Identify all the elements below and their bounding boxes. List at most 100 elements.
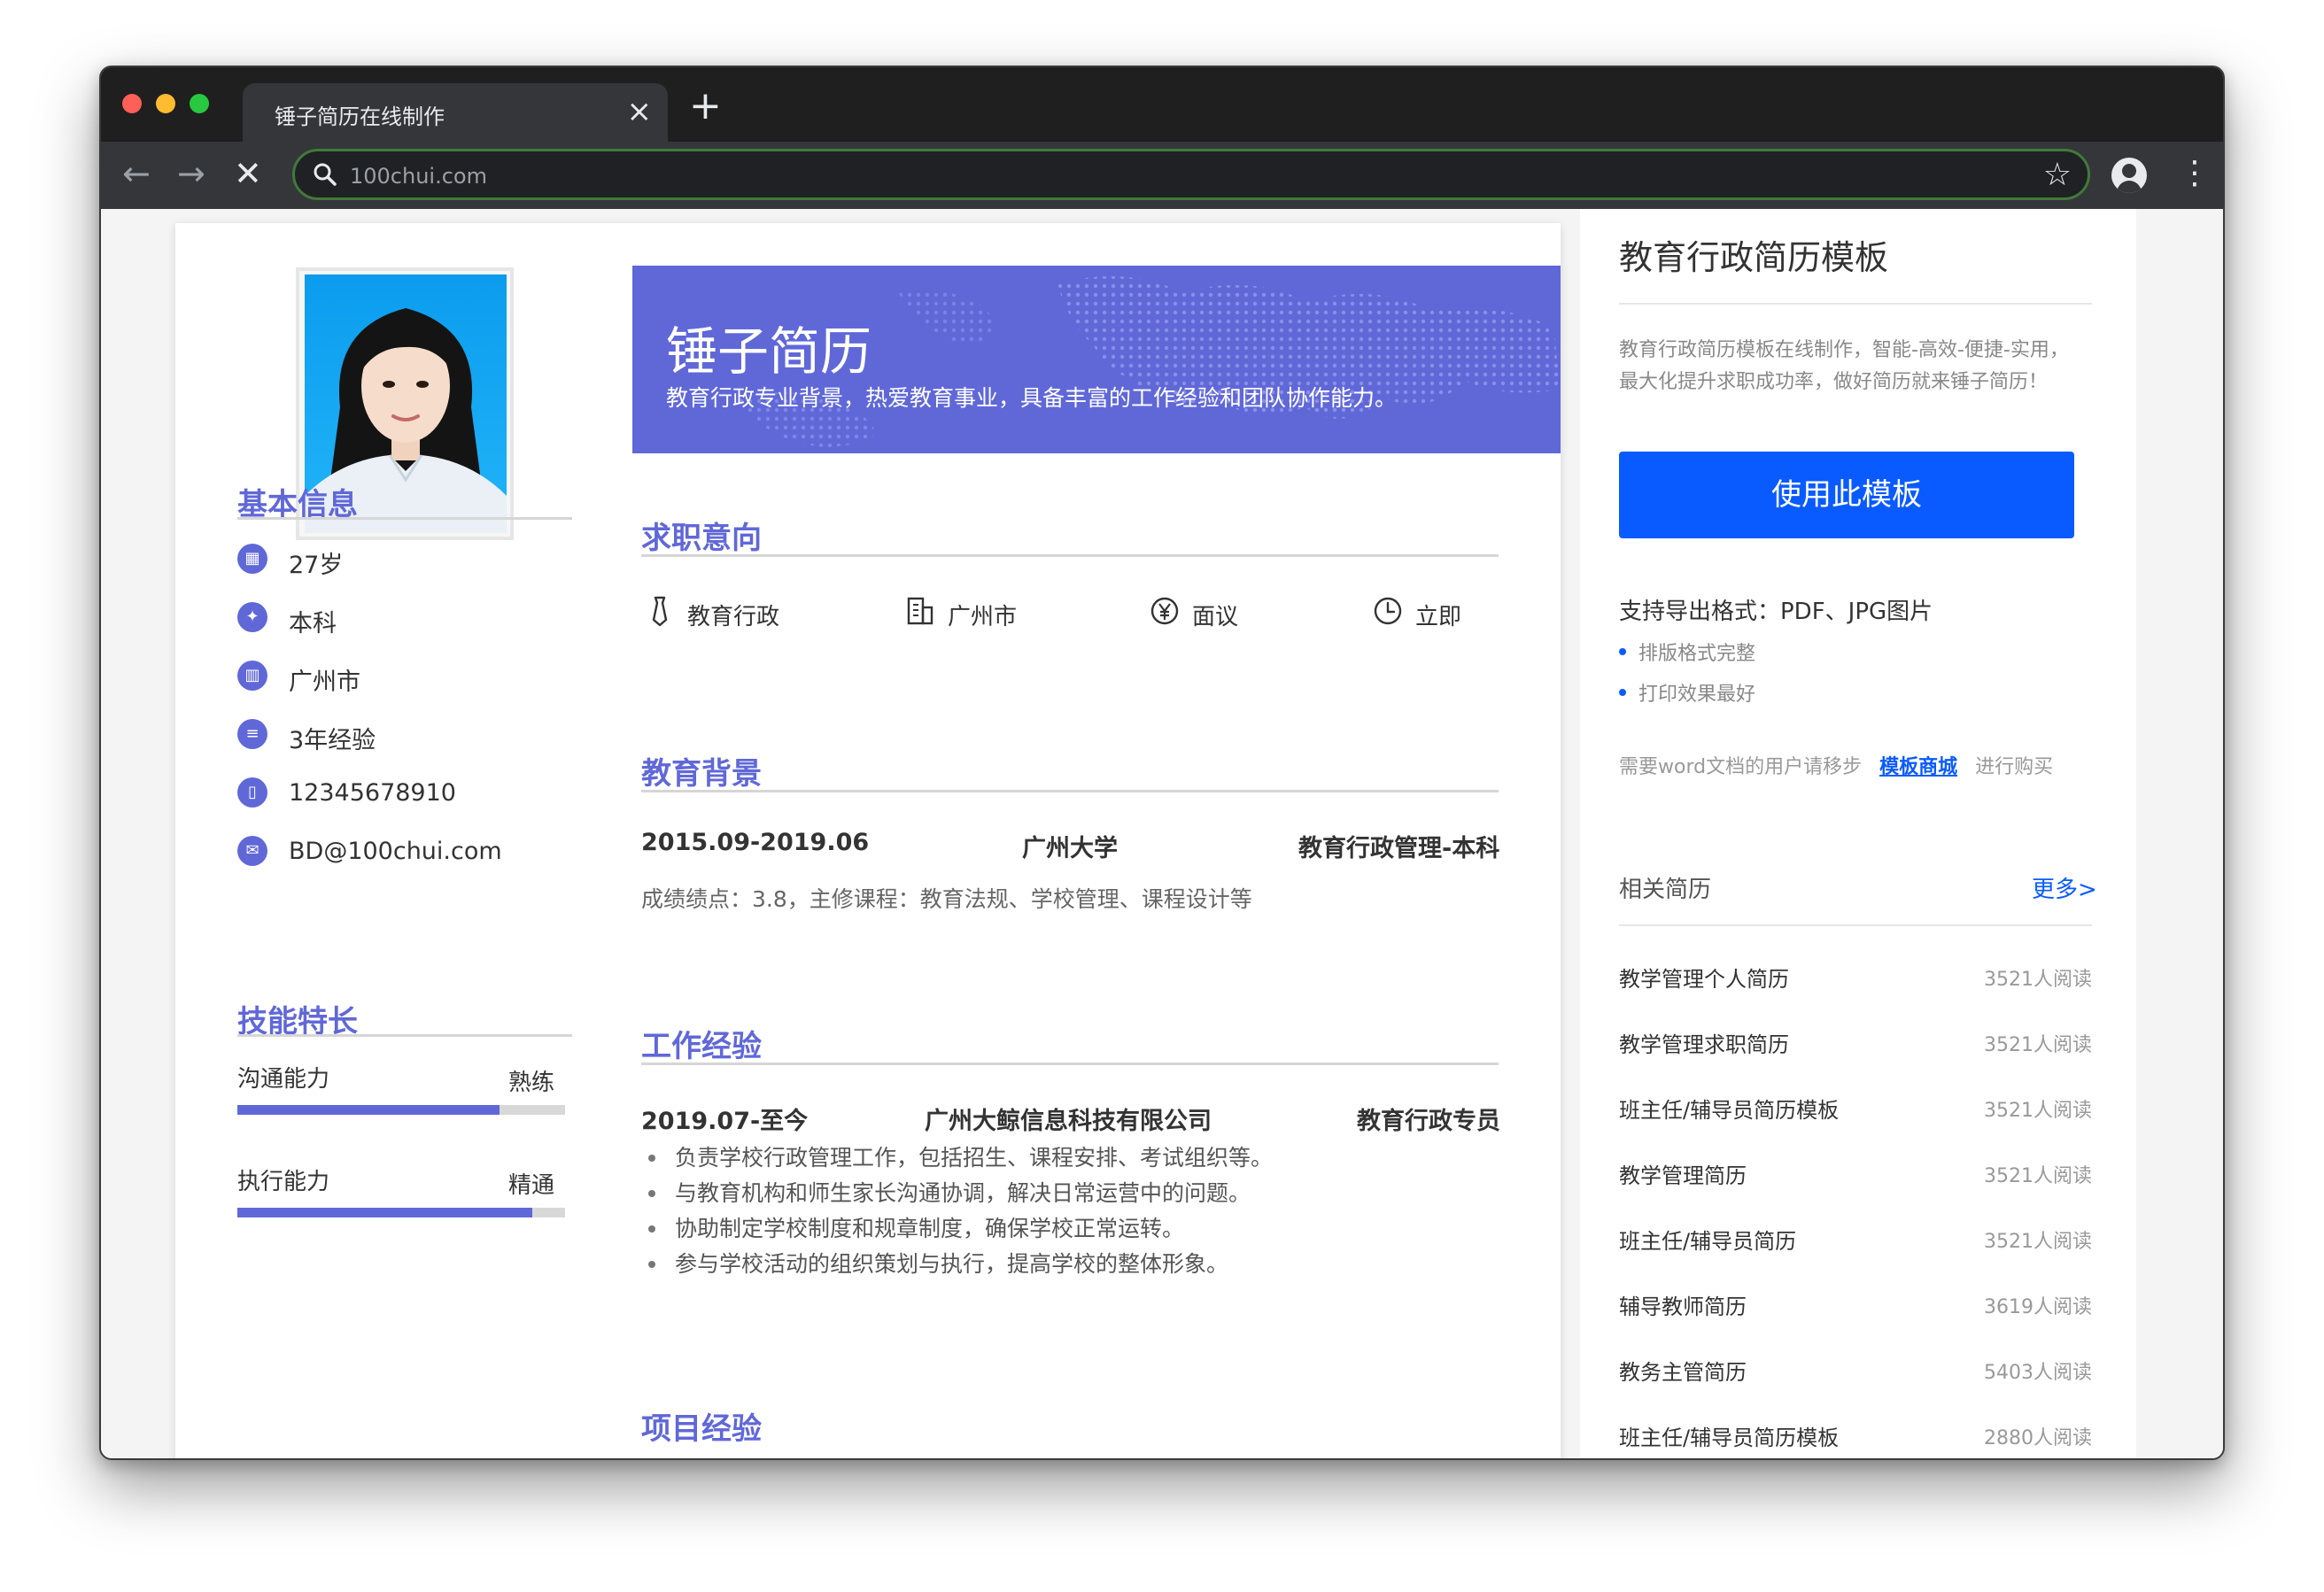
related-resume-item[interactable]: 教务主管简历 5403人阅读 bbox=[1619, 1351, 2092, 1387]
url-text[interactable]: 100chui.com bbox=[350, 164, 487, 189]
skill-bar-fill bbox=[237, 1208, 532, 1217]
browser-chrome: 锤子简历在线制作 × + ← → ✕ 100chui.com ☆ ⋮ bbox=[101, 67, 2223, 209]
education-school: 广州大学 bbox=[1022, 835, 1118, 862]
read-count: 2880人阅读 bbox=[1984, 1427, 2092, 1449]
related-resumes-title: 相关简历 bbox=[1619, 877, 1712, 903]
resume-preview: 基本信息 ▦ 27岁 ✦ 本科 ▥ 广州市 ≡ 3年经验 ▯ 123456789… bbox=[175, 223, 1561, 1458]
browser-toolbar: ← → ✕ 100chui.com ☆ ⋮ bbox=[101, 142, 2223, 209]
page-viewport: 基本信息 ▦ 27岁 ✦ 本科 ▥ 广州市 ≡ 3年经验 ▯ 123456789… bbox=[101, 209, 2223, 1458]
divider bbox=[641, 790, 1499, 792]
tie-icon bbox=[652, 596, 668, 627]
graduation-icon: ✦ bbox=[237, 602, 267, 632]
address-bar[interactable]: 100chui.com ☆ bbox=[292, 149, 2090, 200]
work-company: 广州大鲸信息科技有限公司 bbox=[925, 1108, 1212, 1135]
related-resume-title[interactable]: 辅导教师简历 bbox=[1619, 1289, 1747, 1320]
related-resume-item[interactable]: 教学管理简历 3521人阅读 bbox=[1619, 1155, 2092, 1190]
resume-name: 锤子简历 bbox=[666, 321, 872, 382]
skill-bar bbox=[237, 1105, 565, 1115]
minimize-window-button[interactable] bbox=[156, 94, 175, 113]
related-resume-title[interactable]: 教学管理求职简历 bbox=[1619, 1027, 1789, 1058]
related-resume-title[interactable]: 教学管理简历 bbox=[1619, 1158, 1747, 1189]
bullet-icon bbox=[1619, 689, 1626, 696]
related-resume-title[interactable]: 班主任/辅导员简历 bbox=[1619, 1224, 1796, 1255]
read-count: 5403人阅读 bbox=[1984, 1362, 2092, 1384]
tab-close-icon[interactable]: × bbox=[627, 94, 653, 129]
work-period: 2019.07-至今 bbox=[641, 1108, 809, 1135]
info-email-text: BD@100chui.com bbox=[289, 838, 502, 865]
back-arrow-icon[interactable]: ← bbox=[122, 154, 151, 193]
info-age-text: 27岁 bbox=[289, 552, 344, 579]
close-window-button[interactable] bbox=[122, 94, 142, 113]
office-icon bbox=[907, 597, 933, 625]
divider bbox=[641, 1063, 1499, 1065]
template-store-link[interactable]: 模板商城 bbox=[1879, 756, 1957, 778]
account-avatar-icon[interactable] bbox=[2111, 158, 2147, 193]
list-item: 负责学校行政管理工作，包括招生、课程安排、考试组织等。 bbox=[641, 1140, 1273, 1176]
education-period: 2015.09-2019.06 bbox=[641, 829, 870, 856]
related-resume-item[interactable]: 班主任/辅导员简历 3521人阅读 bbox=[1619, 1220, 2092, 1256]
forward-arrow-icon[interactable]: → bbox=[177, 154, 205, 193]
list-item: 参与学校活动的组织策划与执行，提高学校的整体形象。 bbox=[641, 1247, 1273, 1282]
tab-active[interactable]: 锤子简历在线制作 × bbox=[243, 83, 668, 142]
skill-level: 熟练 bbox=[508, 1070, 555, 1096]
list-item: 与教育机构和师生家长沟通协调，解决日常运营中的问题。 bbox=[641, 1176, 1273, 1211]
read-count: 3521人阅读 bbox=[1984, 969, 2092, 991]
info-city-text: 广州市 bbox=[289, 668, 360, 696]
new-tab-button[interactable]: + bbox=[689, 87, 722, 126]
word-notice: 需要word文档的用户请移步 模板商城 进行购买 bbox=[1619, 751, 2053, 779]
job-intent-title: 求职意向 bbox=[641, 521, 762, 556]
related-resume-item[interactable]: 教学管理个人简历 3521人阅读 bbox=[1619, 958, 2092, 993]
intent-city-text: 广州市 bbox=[948, 604, 1018, 630]
education-detail: 成绩绩点：3.8，主修课程：教育法规、学校管理、课程设计等 bbox=[641, 886, 1252, 912]
mail-icon: ✉ bbox=[237, 836, 267, 866]
browser-window: 锤子简历在线制作 × + ← → ✕ 100chui.com ☆ ⋮ 基本信息 … bbox=[99, 66, 2225, 1460]
tab-title: 锤子简历在线制作 bbox=[275, 104, 445, 129]
intent-start-text: 立即 bbox=[1415, 604, 1462, 630]
resume-tagline: 教育行政专业背景，热爱教育事业，具备丰富的工作经验和团队协作能力。 bbox=[666, 385, 1398, 411]
clipboard-icon: ≡ bbox=[237, 719, 267, 749]
related-resume-title[interactable]: 教学管理个人简历 bbox=[1619, 962, 1789, 993]
divider bbox=[237, 517, 572, 520]
use-template-button[interactable]: 使用此模板 bbox=[1619, 452, 2074, 538]
intent-position-text: 教育行政 bbox=[687, 604, 780, 630]
description-line: 最大化提升求职成功率，做好简历就来锤子简历！ bbox=[1619, 371, 2049, 393]
duty-text: 参与学校活动的组织策划与执行，提高学校的整体形象。 bbox=[675, 1251, 1229, 1277]
template-sidebar: 教育行政简历模板 教育行政简历模板在线制作，智能-高效-便捷-实用， 最大化提升… bbox=[1580, 209, 2136, 1458]
related-resume-item[interactable]: 教学管理求职简历 3521人阅读 bbox=[1619, 1024, 2092, 1059]
duty-text: 协助制定学校制度和规章制度，确保学校正常运转。 bbox=[675, 1216, 1185, 1241]
divider bbox=[641, 554, 1499, 557]
info-experience-text: 3年经验 bbox=[289, 727, 376, 754]
maximize-window-button[interactable] bbox=[190, 94, 209, 113]
stop-loading-icon[interactable]: ✕ bbox=[234, 154, 262, 193]
description-line: 教育行政简历模板在线制作，智能-高效-便捷-实用， bbox=[1619, 339, 2069, 361]
related-resume-item[interactable]: 班主任/辅导员简历模板 3521人阅读 bbox=[1619, 1089, 2092, 1124]
word-notice-prefix: 需要word文档的用户请移步 bbox=[1619, 756, 1863, 778]
skill-name: 沟通能力 bbox=[237, 1066, 330, 1093]
bookmark-star-icon[interactable]: ☆ bbox=[2043, 157, 2072, 194]
read-count: 3521人阅读 bbox=[1984, 1100, 2092, 1122]
more-link[interactable]: 更多> bbox=[2032, 871, 2097, 904]
feature-text: 排版格式完整 bbox=[1638, 643, 1756, 665]
related-resume-item[interactable]: 班主任/辅导员简历模板 2880人阅读 bbox=[1619, 1417, 2092, 1452]
related-resume-title[interactable]: 班主任/辅导员简历模板 bbox=[1619, 1093, 1839, 1124]
clock-icon bbox=[1374, 597, 1402, 625]
calendar-icon: ▦ bbox=[237, 544, 267, 574]
read-count: 3619人阅读 bbox=[1984, 1296, 2092, 1318]
info-phone-text: 12345678910 bbox=[289, 779, 456, 807]
work-title: 工作经验 bbox=[641, 1029, 762, 1064]
list-item: 协助制定学校制度和规章制度，确保学校正常运转。 bbox=[641, 1211, 1273, 1247]
yen-icon bbox=[1150, 597, 1179, 625]
skill-level: 精通 bbox=[508, 1172, 555, 1199]
bullet-icon bbox=[1619, 648, 1626, 655]
work-duties: 负责学校行政管理工作，包括招生、课程安排、考试组织等。 与教育机构和师生家长沟通… bbox=[641, 1140, 1273, 1282]
intent-salary-text: 面议 bbox=[1192, 604, 1239, 630]
related-resume-title[interactable]: 教务主管简历 bbox=[1619, 1355, 1747, 1386]
related-resume-title[interactable]: 班主任/辅导员简历模板 bbox=[1619, 1420, 1839, 1451]
resume-header-banner: 锤子简历 教育行政专业背景，热爱教育事业，具备丰富的工作经验和团队协作能力。 bbox=[632, 266, 1561, 453]
related-resume-item[interactable]: 辅导教师简历 3619人阅读 bbox=[1619, 1286, 2092, 1321]
read-count: 3521人阅读 bbox=[1984, 1034, 2092, 1056]
browser-menu-icon[interactable]: ⋮ bbox=[2179, 152, 2211, 195]
template-description: 教育行政简历模板在线制作，智能-高效-便捷-实用， 最大化提升求职成功率，做好简… bbox=[1619, 335, 2097, 398]
education-major: 教育行政管理-本科 bbox=[1298, 835, 1500, 862]
read-count: 3521人阅读 bbox=[1984, 1231, 2092, 1253]
